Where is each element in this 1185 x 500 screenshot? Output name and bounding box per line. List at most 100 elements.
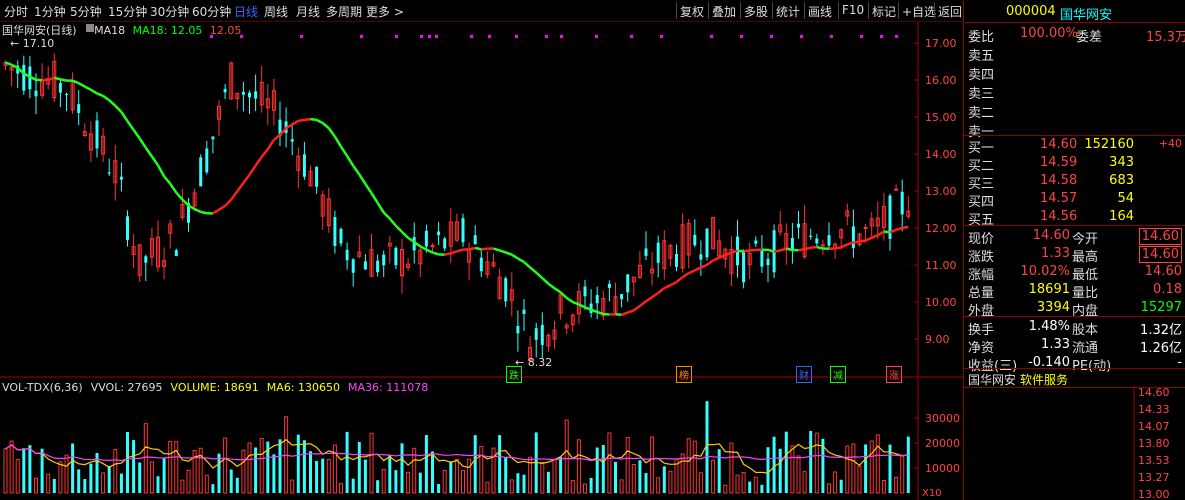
ma18-segment xyxy=(553,287,562,294)
buy-row[interactable]: 买三 14.58 683 xyxy=(964,172,1185,192)
ma18-segment xyxy=(663,284,671,290)
volume-bar xyxy=(442,470,447,494)
event-marker[interactable]: 减 xyxy=(830,366,846,383)
candle-body xyxy=(241,91,245,95)
volume-bar xyxy=(138,462,142,493)
volume-bar xyxy=(89,463,93,493)
vol-multiplier: X10 xyxy=(922,488,942,499)
event-marker[interactable]: 财 xyxy=(796,366,812,383)
buy-price: 14.59 xyxy=(1040,155,1078,170)
candle-body xyxy=(693,234,697,246)
buy-row[interactable]: 买四 14.57 54 xyxy=(964,190,1185,210)
ma18-segment xyxy=(321,122,330,130)
ma18-segment xyxy=(511,253,519,260)
ma18-segment xyxy=(395,224,403,233)
candle-body xyxy=(376,260,380,273)
ma18-segment xyxy=(572,300,580,306)
candle-body xyxy=(437,231,441,236)
ma18-segment xyxy=(260,148,269,158)
sell-row[interactable]: 卖五 xyxy=(964,44,1185,64)
sell-row[interactable]: 卖三 xyxy=(964,82,1185,102)
volume-bar xyxy=(766,447,770,493)
volume-bar xyxy=(864,444,868,493)
volume-bar xyxy=(309,451,312,493)
candle-body xyxy=(851,226,855,248)
volume-bar xyxy=(9,440,14,494)
volume-bar xyxy=(589,477,593,493)
volume-bar xyxy=(454,458,459,494)
volume-bar xyxy=(814,432,819,494)
volume-bar xyxy=(869,440,874,494)
stock-code[interactable]: 000004 xyxy=(1006,4,1056,19)
volume-bar xyxy=(711,459,716,494)
volume-bar xyxy=(516,473,520,493)
ma18-segment xyxy=(578,303,586,309)
buy-row[interactable]: 买五 14.56 164 xyxy=(964,208,1185,228)
wei-bi-row: 委比 100.00% 委差 15.3万 xyxy=(964,25,1185,45)
volume-bar xyxy=(290,479,295,494)
candle-body xyxy=(626,274,630,293)
volume-bar xyxy=(784,431,788,493)
event-marker[interactable]: 跌 xyxy=(506,366,522,383)
wei-cha-label: 委差 xyxy=(1076,30,1103,45)
volume-bar xyxy=(406,471,411,494)
ma18-segment xyxy=(810,245,817,250)
divider xyxy=(964,225,1185,226)
candle-body xyxy=(144,256,148,263)
ma18-segment xyxy=(731,249,738,254)
buy-row[interactable]: 买二 14.59 343 xyxy=(964,154,1185,174)
sell-label: 卖二 xyxy=(968,106,995,121)
candle-body xyxy=(205,148,209,173)
stat-row: 涨跌 1.33 最高 14.60 xyxy=(964,245,1185,265)
ma18-segment xyxy=(388,217,397,227)
volume-bar xyxy=(522,474,526,493)
event-marker[interactable]: 榜 xyxy=(676,366,692,383)
stock-name[interactable]: 国华网安 xyxy=(1060,4,1112,23)
ma18-segment xyxy=(376,202,385,214)
candle-body xyxy=(900,191,904,215)
sell-row[interactable]: 卖二 xyxy=(964,101,1185,121)
volume-bar xyxy=(278,439,282,493)
sell-label: 卖五 xyxy=(968,49,995,64)
volume-bar xyxy=(638,460,642,493)
event-marker[interactable]: 涨 xyxy=(886,366,902,383)
volume-bar xyxy=(760,484,764,493)
volume-bar xyxy=(619,479,624,494)
quote-panel: 000004 国华网安 委比 100.00% 委差 15.3万 卖五 卖四 卖三卖二… xyxy=(963,0,1185,500)
volume-bar xyxy=(40,448,44,493)
volume-bar xyxy=(796,455,801,494)
sell-row[interactable]: 卖四 xyxy=(964,63,1185,83)
ma18-segment xyxy=(804,246,811,251)
ma18-segment xyxy=(304,117,311,122)
kline-chart[interactable]: 17.00 16.00 15.00 14.00 13.00 12.00 11.00 10.00… xyxy=(0,0,963,500)
volume-bar xyxy=(809,430,813,493)
signal-dot xyxy=(395,35,398,38)
ma18-segment xyxy=(358,173,367,185)
volume-bar xyxy=(168,440,173,494)
stat-value: 10.02% xyxy=(1020,264,1070,279)
candle-body xyxy=(174,250,178,256)
candle-body xyxy=(394,247,398,266)
candle-body xyxy=(583,286,587,297)
ma18-segment xyxy=(132,129,141,140)
ma18-segment xyxy=(194,207,202,214)
ma18-segment xyxy=(169,182,178,194)
signal-dot xyxy=(470,35,473,38)
ma18-segment xyxy=(834,246,842,250)
volume-bar xyxy=(204,474,209,494)
volume-bar xyxy=(668,470,673,494)
vol-title-item-4: MA36: 111078 xyxy=(348,381,429,394)
stat-row: 净资 1.33 流通 1.26亿 xyxy=(964,336,1185,356)
volume-bar xyxy=(247,442,252,494)
volume-bar xyxy=(235,477,239,493)
candle-body xyxy=(820,244,825,247)
ma18-segment xyxy=(786,247,793,252)
buy-row[interactable]: 买一 14.60 152160 +40 xyxy=(964,136,1185,156)
mini-tick-label: 14.60 xyxy=(1138,386,1170,399)
mini-tick-label: 14.33 xyxy=(1138,403,1170,416)
stat-value: 14.60 xyxy=(1138,246,1182,263)
ma18-segment xyxy=(254,156,263,167)
volume-bar xyxy=(52,478,56,493)
signal-dot xyxy=(740,35,743,38)
volume-bar xyxy=(229,469,233,493)
